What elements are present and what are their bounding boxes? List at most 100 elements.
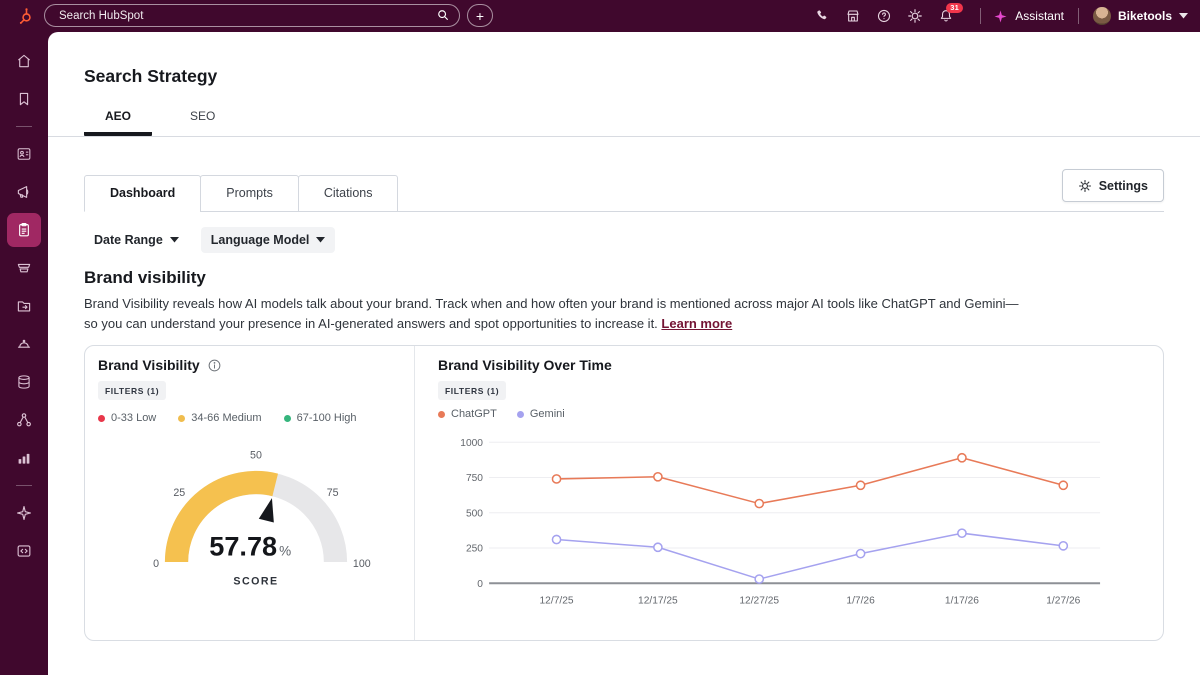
data-point-gemini[interactable] <box>1059 542 1067 550</box>
code-block-icon <box>15 542 33 560</box>
x-axis-tick-label: 12/7/25 <box>540 596 574 607</box>
legend-dot-low <box>98 415 105 422</box>
gauge-unit: % <box>279 543 291 558</box>
sidebar-item-marketing[interactable] <box>11 179 37 205</box>
help-icon[interactable] <box>875 8 892 25</box>
line-chart: 0250500750100012/7/2512/17/2512/27/251/7… <box>438 430 1143 612</box>
sidebar-item-commerce[interactable] <box>11 255 37 281</box>
top-navigation-bar: + 31 <box>0 0 1200 32</box>
data-point-chatgpt[interactable] <box>654 473 662 481</box>
global-search <box>44 4 460 27</box>
legend-dot-chatgpt <box>438 411 445 418</box>
legend-item-medium: 34-66 Medium <box>178 412 261 424</box>
assistant-button[interactable]: Assistant <box>993 9 1064 24</box>
sidebar-item-service[interactable] <box>11 331 37 357</box>
timeseries-card-title: Brand Visibility Over Time <box>438 357 612 373</box>
gauge-value: 57.78% <box>209 530 291 561</box>
y-axis-tick-label: 1000 <box>460 438 483 449</box>
hubspot-logo[interactable] <box>16 7 34 25</box>
gauge-tick-0: 0 <box>153 558 159 570</box>
account-avatar <box>1093 7 1111 25</box>
settings-button[interactable]: Settings <box>1062 169 1164 202</box>
tab-citations[interactable]: Citations <box>298 175 399 212</box>
data-point-gemini[interactable] <box>552 535 560 543</box>
description-text: Brand Visibility reveals how AI models t… <box>84 296 1019 331</box>
tab-seo[interactable]: SEO <box>169 103 236 136</box>
sidebar-item-home[interactable] <box>11 48 37 74</box>
legend-item-low: 0-33 Low <box>98 412 156 424</box>
account-name: Biketools <box>1118 9 1172 23</box>
legend-item-chatgpt: ChatGPT <box>438 408 497 420</box>
sidebar-item-bookmarks[interactable] <box>11 86 37 112</box>
gauge-score-label: SCORE <box>233 575 278 587</box>
info-icon[interactable] <box>207 358 222 373</box>
legend-label-low: 0-33 Low <box>111 412 156 424</box>
gauge-tick-75: 75 <box>327 487 339 499</box>
search-icon[interactable] <box>436 8 450 27</box>
sidebar-item-reporting[interactable] <box>11 445 37 471</box>
x-axis-tick-label: 12/17/25 <box>638 596 678 607</box>
sidebar-item-sales[interactable] <box>11 293 37 319</box>
language-model-dropdown[interactable]: Language Model <box>201 227 336 253</box>
sidebar-item-ai[interactable] <box>11 500 37 526</box>
notifications-bell-icon[interactable]: 31 <box>937 8 954 25</box>
megaphone-icon <box>15 183 33 201</box>
language-model-label: Language Model <box>211 233 310 247</box>
data-point-chatgpt[interactable] <box>552 475 560 483</box>
gauge-panel: Brand Visibility FILTERS (1) 0-33 Low 34… <box>85 346 415 640</box>
y-axis-tick-label: 250 <box>466 544 483 555</box>
marketplace-icon[interactable] <box>844 8 861 25</box>
sidebar-item-developer[interactable] <box>11 538 37 564</box>
legend-dot-medium <box>178 415 185 422</box>
assistant-label: Assistant <box>1015 9 1064 23</box>
sidebar-item-contacts[interactable] <box>11 141 37 167</box>
content-clipboard-icon <box>15 221 33 239</box>
sidebar-item-data[interactable] <box>11 369 37 395</box>
sidebar-divider <box>16 126 32 127</box>
gauge-tick-100: 100 <box>353 558 371 570</box>
timeseries-panel: Brand Visibility Over Time FILTERS (1) C… <box>415 346 1163 640</box>
page-title: Search Strategy <box>84 66 1164 87</box>
sidebar-item-automations[interactable] <box>11 407 37 433</box>
section-description: Brand Visibility reveals how AI models t… <box>84 294 1019 333</box>
y-axis-tick-label: 0 <box>477 579 483 590</box>
ai-sparkle-icon <box>15 504 33 522</box>
tab-dashboard[interactable]: Dashboard <box>84 175 201 212</box>
data-point-gemini[interactable] <box>857 550 865 558</box>
data-point-gemini[interactable] <box>755 575 763 583</box>
tab-prompts[interactable]: Prompts <box>200 175 299 212</box>
legend-dot-high <box>284 415 291 422</box>
legend-label-high: 67-100 High <box>297 412 357 424</box>
data-point-chatgpt[interactable] <box>755 499 763 507</box>
contacts-icon <box>15 145 33 163</box>
y-axis-tick-label: 750 <box>466 473 483 484</box>
legend-label-chatgpt: ChatGPT <box>451 408 497 420</box>
data-point-chatgpt[interactable] <box>1059 481 1067 489</box>
caret-down-icon <box>316 237 325 243</box>
x-axis-tick-label: 1/7/26 <box>846 596 875 607</box>
home-icon <box>15 52 33 70</box>
x-axis-tick-label: 1/17/26 <box>945 596 979 607</box>
sidebar-item-content[interactable] <box>7 213 41 247</box>
account-menu[interactable]: Biketools <box>1093 7 1188 25</box>
data-point-chatgpt[interactable] <box>857 481 865 489</box>
learn-more-link[interactable]: Learn more <box>661 316 732 331</box>
timeseries-filters-badge[interactable]: FILTERS (1) <box>438 381 506 400</box>
strategy-tabs: AEO SEO <box>48 103 1200 136</box>
settings-gear-icon[interactable] <box>906 8 923 25</box>
filter-row: Date Range Language Model <box>84 227 1164 253</box>
bookmark-icon <box>15 90 33 108</box>
calling-icon[interactable] <box>813 8 830 25</box>
gear-icon <box>1078 179 1092 193</box>
section-title: Brand visibility <box>84 268 1164 288</box>
data-point-gemini[interactable] <box>654 543 662 551</box>
date-range-dropdown[interactable]: Date Range <box>84 227 189 253</box>
series-line-chatgpt <box>557 458 1064 504</box>
data-point-gemini[interactable] <box>958 529 966 537</box>
gauge-filters-badge[interactable]: FILTERS (1) <box>98 381 166 400</box>
tab-aeo[interactable]: AEO <box>84 103 152 136</box>
gauge-tick-50: 50 <box>250 449 262 461</box>
data-point-chatgpt[interactable] <box>958 454 966 462</box>
create-button[interactable]: + <box>467 4 493 27</box>
search-input[interactable] <box>44 4 460 27</box>
